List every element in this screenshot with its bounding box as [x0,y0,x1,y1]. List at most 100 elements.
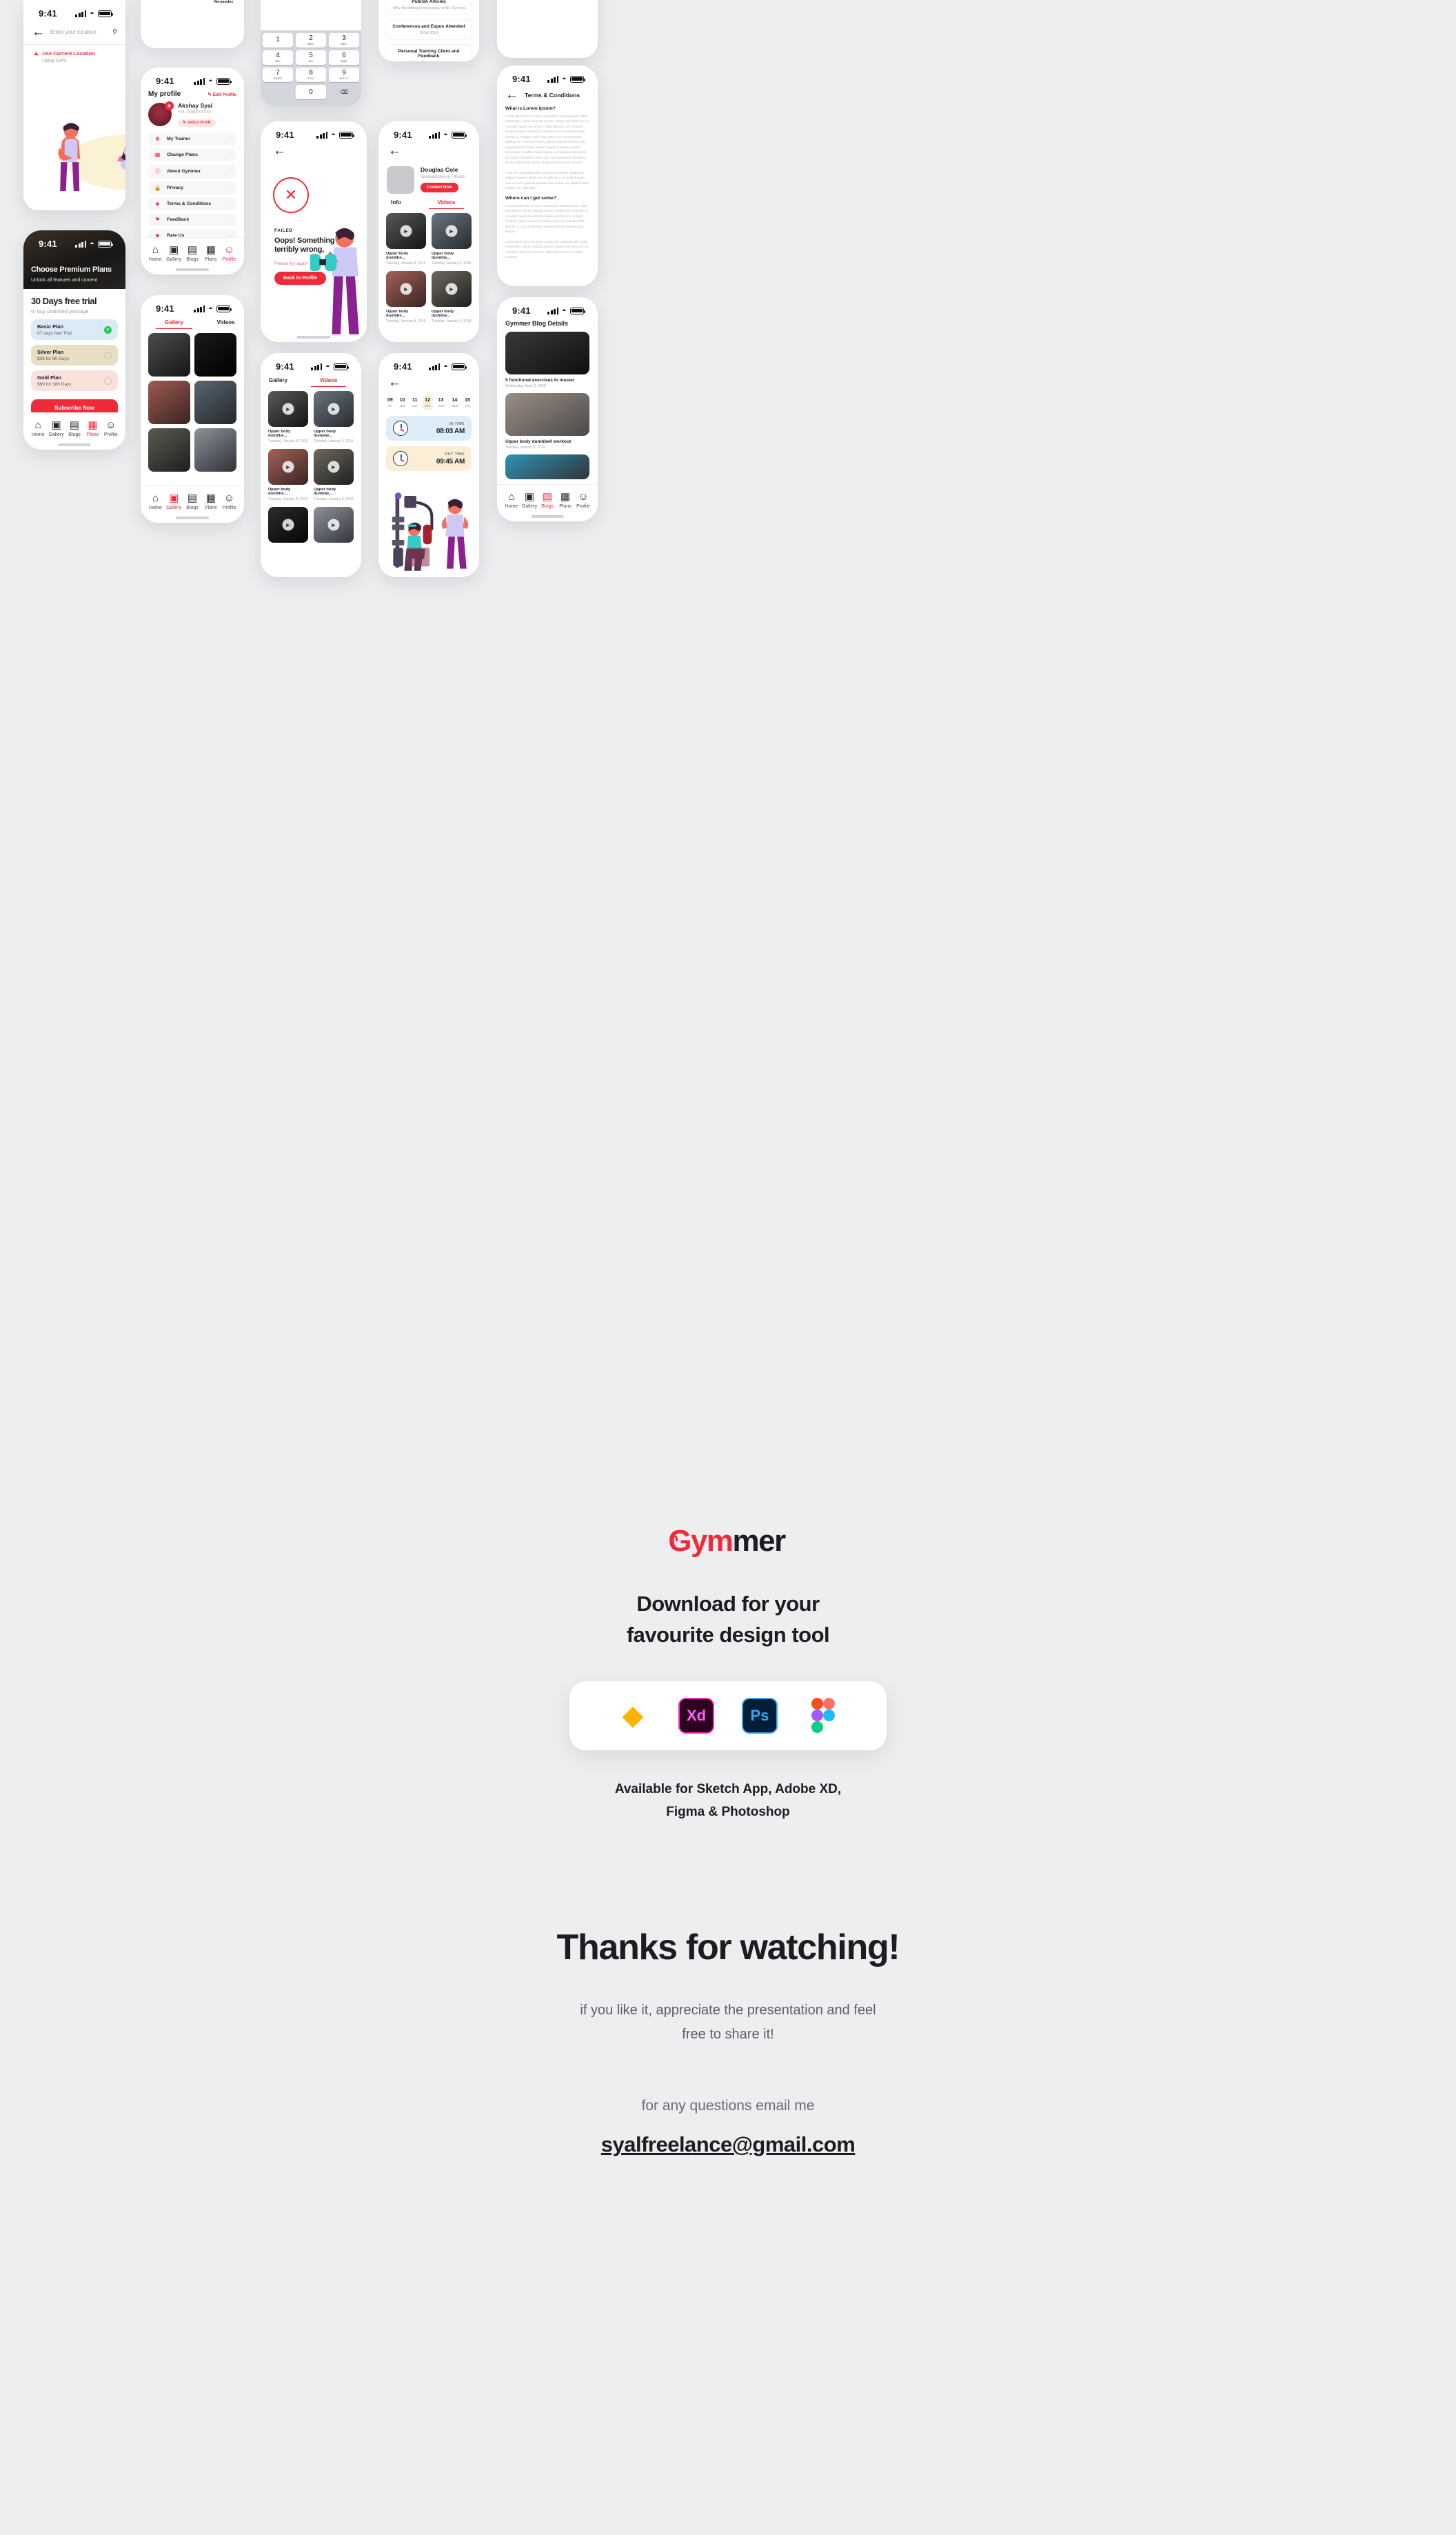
gallery-item[interactable] [148,333,190,377]
tab-info[interactable]: Info [378,199,414,209]
gallery-item[interactable] [194,381,236,424]
play-icon[interactable]: ▶ [327,519,340,531]
menu-item-privacy[interactable]: 🔒 Privacy › [148,181,236,194]
blog-post[interactable]: Upper body dumbbell workout Tuesday, Jan… [497,393,598,454]
award-card[interactable]: Personal Training Client and Feedback St… [385,44,472,61]
tab-profile[interactable]: ☺ Profile [102,420,120,437]
tab-profile[interactable]: ☺ Profile [220,245,239,262]
tab-gallery[interactable]: ▣ Gallery [47,420,65,437]
menu-item-change-plans[interactable]: ▦ Change Plans › [148,148,236,161]
tab-gallery[interactable]: Gallery [156,319,192,329]
blog-post[interactable] [497,454,598,484]
award-card[interactable]: Conferences and Expos Attended ISSA 2019 [385,19,472,40]
day-cell[interactable]: 10 Sat [398,395,407,410]
day-cell[interactable]: 15 Thu [463,395,472,410]
search-input[interactable]: Enter your location [50,29,107,35]
tab-gallery[interactable]: Gallery [261,377,296,387]
play-icon[interactable]: ▶ [282,519,294,531]
contact-email[interactable]: syalfreelance@gmail.com [0,2132,1456,2157]
back-icon[interactable]: ← [505,88,518,101]
video-card[interactable]: ▶ Upper body dumbbe... Tuesday, January … [268,449,308,501]
tab-home[interactable]: ⌂ Home [29,420,47,437]
blog-post[interactable]: 5 functional exercises to master Wednesd… [497,332,598,393]
award-card[interactable]: Publish Articles Why Breathing is necess… [385,0,472,15]
figma-icon[interactable] [805,1697,841,1734]
gallery-item[interactable] [148,381,190,424]
gallery-item[interactable] [148,428,190,472]
tab-plans[interactable]: ▦ Plans [556,492,574,509]
edit-profile-button[interactable]: ✎ Edit Profile [208,92,236,97]
search-bar[interactable]: ← Enter your location ⚲ [23,21,125,44]
menu-item-about-gymmer[interactable]: ⓘ About Gymmer › [148,164,236,179]
tab-gallery[interactable]: ▣ Gallery [520,492,538,509]
video-card[interactable]: ▶ Upper body dumbbe... Tuesday, January … [268,391,308,443]
sketch-icon[interactable]: ◆ [615,1698,651,1734]
tab-profile[interactable]: ☺ Profile [574,492,592,509]
tab-videos[interactable]: Videos [429,199,464,209]
play-icon[interactable]: ▶ [282,403,294,415]
tab-home[interactable]: ⌂ Home [146,493,165,510]
tab-blogs[interactable]: ▤ Blogs [538,492,556,509]
day-cell[interactable]: 11 Sun [410,395,420,410]
plan-silver[interactable]: Silver Plan $35 for 60 Days [31,345,118,365]
tab-home[interactable]: ⌂ Home [146,245,165,262]
search-icon[interactable]: ⚲ [112,28,117,36]
key-2[interactable]: 2 ABC [296,33,326,48]
play-icon[interactable]: ▶ [400,225,412,237]
video-card[interactable]: ▶ Upper body dumbbe... Tuesday, January … [386,213,426,265]
key-1[interactable]: 1 [263,33,293,48]
tab-blogs[interactable]: ▤ Blogs [183,245,202,262]
tab-plans[interactable]: ▦ Plans [83,420,101,437]
tab-home[interactable]: ⌂ Home [503,492,520,509]
plan-radio[interactable] [104,351,112,359]
camera-icon[interactable]: ◉ [165,101,174,110]
day-cell[interactable]: 13 Tues [436,395,447,410]
tab-plans[interactable]: ▦ Plans [201,245,220,262]
back-icon[interactable]: ← [273,143,286,158]
plan-radio[interactable] [104,377,112,385]
tab-blogs[interactable]: ▤ Blogs [65,420,83,437]
tab-profile[interactable]: ☺ Profile [220,493,239,510]
key-3[interactable]: 3 DEF [329,33,359,48]
back-icon[interactable]: ← [388,143,401,158]
tab-videos[interactable]: Videos [311,377,346,387]
video-card[interactable]: ▶ Upper body dumbbe... Tuesday, January … [386,271,426,323]
video-card[interactable]: ▶ Upper body dumbbe... Tuesday, January … [314,449,354,501]
day-cell-selected[interactable]: 12 Mon [422,395,433,410]
day-cell[interactable]: 14 Wed [449,395,460,410]
trainer-card[interactable]: Ralph Hernandez [210,0,236,4]
key-backspace[interactable]: ⌫ [329,85,359,99]
menu-item-my-trainer[interactable]: ☸ My Trainer › [148,132,236,146]
back-icon[interactable]: ← [32,26,45,39]
key-5[interactable]: 5 JKL [296,50,326,65]
tab-gallery[interactable]: ▣ Gallery [165,493,183,510]
play-icon[interactable]: ▶ [282,461,294,473]
key-9[interactable]: 9 WXYZ [329,68,359,82]
gallery-item[interactable] [194,428,236,472]
video-card[interactable]: ▶ Upper body dumbbe... Tuesday, January … [314,391,354,443]
menu-item-feedback[interactable]: ⚑ FeedBack › [148,213,236,226]
photoshop-icon[interactable]: Ps [742,1697,778,1734]
gallery-item[interactable] [194,333,236,377]
video-card[interactable]: ▶ [268,507,308,543]
key-7[interactable]: 7 PQRS [263,68,293,82]
contact-now-button[interactable]: Contact Now [421,183,458,192]
key-6[interactable]: 6 MNO [329,50,359,65]
key-0[interactable]: 0 [296,85,326,99]
trainer-card[interactable]: Brent Palmer [179,0,205,4]
play-icon[interactable]: ▶ [327,461,340,473]
plan-radio-selected[interactable] [104,325,112,334]
trainer-card[interactable]: Douglas Cole [148,0,174,4]
video-card[interactable]: ▶ Upper body dumbbe... Tuesday, January … [432,271,472,323]
plan-gold[interactable]: Gold Plan $99 for 180 Days [31,370,118,391]
key-4[interactable]: 4 GHI [263,50,293,65]
play-icon[interactable]: ▶ [327,403,340,415]
video-card[interactable]: ▶ Upper body dumbbe... Tuesday, January … [432,213,472,265]
video-card[interactable]: ▶ [314,507,354,543]
use-current-location-row[interactable]: ➤ Use Current Location Using GPS [23,45,125,69]
play-icon[interactable]: ▶ [445,283,458,295]
key-8[interactable]: 8 TUV [296,68,326,82]
play-icon[interactable]: ▶ [445,225,458,237]
tab-videos[interactable]: Videos [208,319,244,329]
plan-basic[interactable]: Basic Plan 07 days free Trial [31,319,118,340]
